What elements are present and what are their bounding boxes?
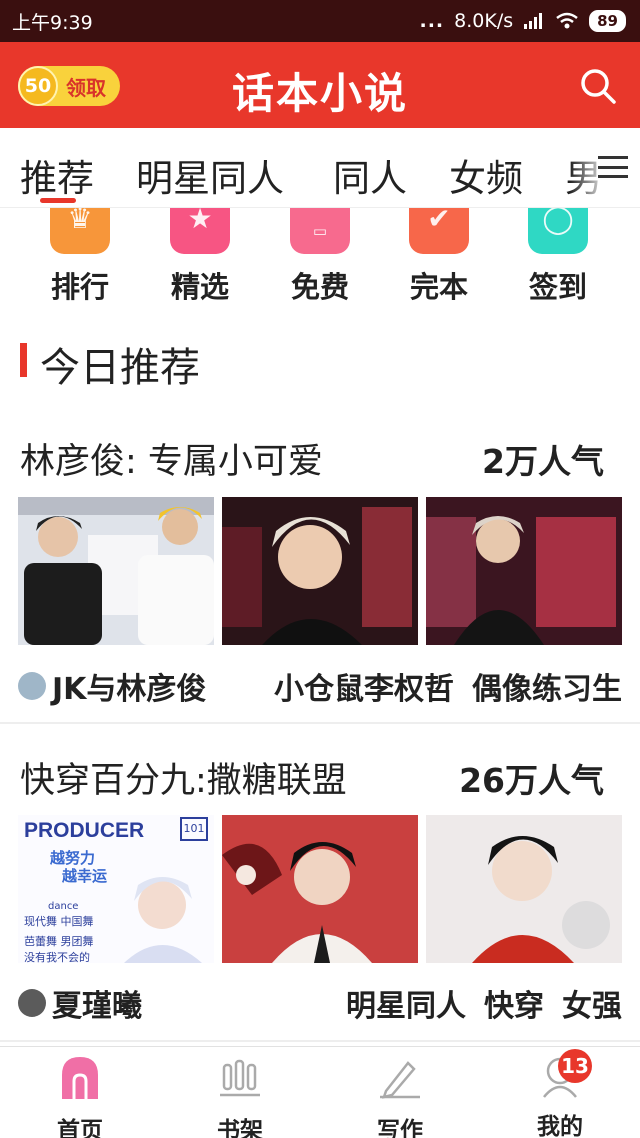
category-ranking[interactable]: ♛ 排行 xyxy=(35,208,125,306)
category-completed[interactable]: ✔ 完本 xyxy=(394,208,484,306)
pen-icon xyxy=(380,1061,420,1099)
nav-label: 我的 xyxy=(537,1114,583,1138)
book-title[interactable]: 快穿百分九:撒糖联盟 xyxy=(20,752,347,803)
category-label: 排行 xyxy=(50,270,109,304)
signin-icon: ◯ xyxy=(528,208,588,254)
category-featured[interactable]: ★ 精选 xyxy=(155,208,245,306)
bottom-navigation: 首页 书架 写作 13 我的 xyxy=(0,1046,640,1138)
nav-bookshelf[interactable]: 书架 xyxy=(190,1055,290,1138)
book-tag[interactable]: 女强 xyxy=(562,981,622,1025)
cover-figure xyxy=(124,877,202,963)
cover-line: 没有我不会的 xyxy=(24,951,90,963)
book-divider xyxy=(0,722,640,724)
book-meta: JK与林彦俊 小仓鼠李权哲 偶像练习生 xyxy=(18,664,622,708)
app-title: 话本小说 xyxy=(231,69,408,118)
trophy-icon: ♛ xyxy=(50,208,110,254)
tab-female[interactable]: 女频 xyxy=(449,148,523,202)
network-speed: 8.0K/s xyxy=(454,10,514,32)
section-marker xyxy=(20,343,27,377)
category-label: 完本 xyxy=(409,270,468,304)
cover-logo: 101 xyxy=(180,817,208,841)
cover-line: 现代舞 中国舞 xyxy=(24,915,94,928)
cover-producer-text: PRODUCER xyxy=(24,819,145,842)
nav-label: 书架 xyxy=(217,1118,263,1138)
nav-profile[interactable]: 13 我的 xyxy=(510,1049,610,1138)
book-tag[interactable]: 快穿 xyxy=(484,981,544,1025)
category-label: 精选 xyxy=(170,270,229,304)
bookshelf-icon xyxy=(220,1059,260,1097)
author-name[interactable]: JK与林彦俊 xyxy=(52,664,206,708)
nav-home[interactable]: 首页 xyxy=(30,1055,130,1138)
book-popularity: 2万人气 xyxy=(482,442,604,481)
category-label: 免费 xyxy=(290,270,349,304)
nav-write[interactable]: 写作 xyxy=(350,1055,450,1138)
book-tag[interactable]: 明星同人 xyxy=(346,981,466,1025)
author-avatar xyxy=(18,672,46,700)
author-name[interactable]: 夏瑾曦 xyxy=(52,981,142,1025)
signal-icon xyxy=(524,13,543,29)
category-label: 签到 xyxy=(528,270,587,304)
menu-icon[interactable] xyxy=(598,152,628,182)
book-cover[interactable]: PRODUCER 101 越努力 越幸运 dance 现代舞 中国舞 芭蕾舞 男… xyxy=(18,815,214,963)
battery-indicator: 89 xyxy=(589,10,626,32)
book-divider xyxy=(0,1040,640,1042)
category-tabs: 推荐 明星同人 同人 女频 男 xyxy=(0,128,640,208)
book-meta: 夏瑾曦 明星同人 快穿 女强 xyxy=(18,981,622,1025)
app-header: 50 领取 话本小说 xyxy=(0,42,640,128)
book-tag[interactable]: 偶像练习生 xyxy=(472,664,622,708)
wifi-icon xyxy=(556,12,578,29)
cover-line: dance xyxy=(48,901,79,912)
star-icon: ★ xyxy=(170,208,230,254)
cover-line: 芭蕾舞 男团舞 xyxy=(24,935,94,948)
tab-fanfic[interactable]: 同人 xyxy=(333,148,407,202)
notification-badge: 13 xyxy=(558,1049,592,1083)
status-indicators: ... 8.0K/s 89 xyxy=(419,10,626,32)
book-cover[interactable] xyxy=(222,815,418,963)
category-signin[interactable]: ◯ 签到 xyxy=(513,208,603,306)
book-tags: 小仓鼠李权哲 偶像练习生 xyxy=(274,664,622,708)
home-icon xyxy=(62,1057,98,1099)
tab-recommend[interactable]: 推荐 xyxy=(20,148,94,202)
search-icon[interactable] xyxy=(578,66,618,106)
profile-icon-wrap: 13 xyxy=(538,1049,592,1099)
book-tags: 明星同人 快穿 女强 xyxy=(346,981,622,1025)
free-icon: ▭ xyxy=(290,208,350,254)
book-cover[interactable] xyxy=(426,815,622,963)
book-cover[interactable] xyxy=(18,497,214,645)
nav-label: 写作 xyxy=(377,1118,423,1138)
book-popularity: 26万人气 xyxy=(459,761,604,800)
category-shortcuts: ♛ 排行 ★ 精选 ▭ 免费 ✔ 完本 ◯ 签到 xyxy=(0,208,640,308)
active-tab-indicator xyxy=(40,198,76,203)
section-title: 今日推荐 xyxy=(40,345,200,391)
check-icon: ✔ xyxy=(409,208,469,254)
more-dots: ... xyxy=(419,10,445,32)
author-avatar xyxy=(18,989,46,1017)
status-time: 上午9:39 xyxy=(12,11,93,34)
book-cover[interactable] xyxy=(426,497,622,645)
book-cover[interactable] xyxy=(222,497,418,645)
status-bar: 上午9:39 ... 8.0K/s 89 xyxy=(0,0,640,42)
book-tag[interactable]: 小仓鼠李权哲 xyxy=(274,664,454,708)
tab-celebrity-fanfic[interactable]: 明星同人 xyxy=(136,148,284,202)
category-free[interactable]: ▭ 免费 xyxy=(275,208,365,306)
cover-slogan: 越幸运 xyxy=(62,867,108,885)
nav-label: 首页 xyxy=(57,1118,103,1138)
book-title[interactable]: 林彦俊: 专属小可爱 xyxy=(20,433,323,484)
